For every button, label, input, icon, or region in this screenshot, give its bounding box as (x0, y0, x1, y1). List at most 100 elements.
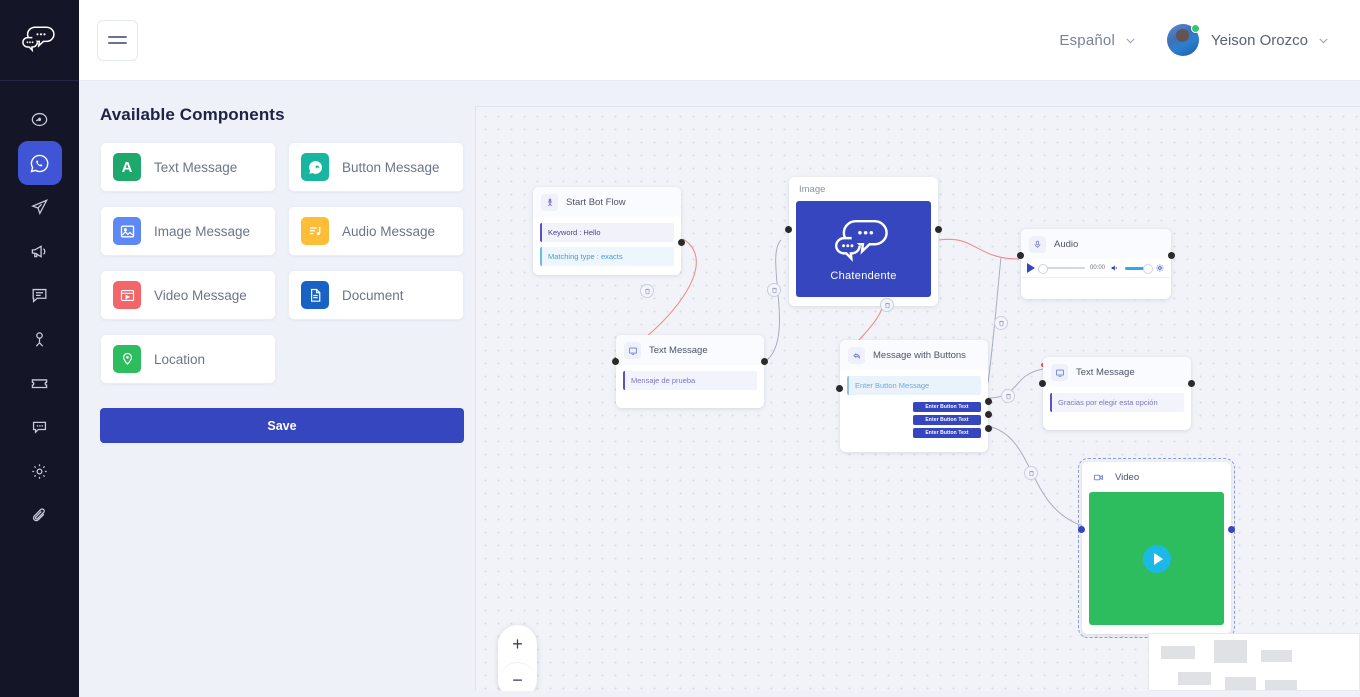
component-location[interactable]: Location (100, 334, 276, 384)
node-input-handle[interactable] (1078, 526, 1085, 533)
minimap-node (1261, 650, 1292, 662)
zoom-controls: + − (498, 625, 537, 691)
flow-button[interactable]: Enter Button Text (913, 415, 981, 425)
keyword-field[interactable]: Keyword : Hello (540, 223, 674, 242)
node-title: Video (1115, 472, 1140, 483)
node-body: Mensaje de prueba (616, 365, 764, 408)
volume-icon[interactable] (1110, 263, 1120, 273)
hamburger-icon (108, 36, 127, 38)
node-output-handle[interactable] (678, 239, 685, 246)
node-output-handle[interactable] (985, 411, 992, 418)
image-message-icon (113, 217, 141, 245)
play-icon[interactable] (1027, 263, 1035, 273)
node-output-handle[interactable] (985, 425, 992, 432)
message-field[interactable]: Mensaje de prueba (623, 371, 757, 390)
status-badge (1190, 24, 1200, 33)
gear-icon (32, 463, 47, 479)
node-title: Audio (1054, 239, 1079, 250)
component-document[interactable]: Document (288, 270, 464, 320)
chat-bubbles-logo (21, 26, 55, 53)
sidebar-item-messages[interactable] (18, 405, 62, 449)
avatar (1166, 24, 1200, 56)
node-audio[interactable]: Audio 00:00 (1017, 229, 1175, 299)
menu-toggle-button[interactable] (97, 19, 138, 61)
video-node-icon (1090, 469, 1107, 486)
node-output-handle[interactable] (1228, 526, 1235, 533)
components-panel: Available Components A Text Message Butt… (79, 81, 475, 697)
sidebar-item-settings[interactable] (18, 449, 62, 493)
message-field[interactable]: Gracias por elegir esta opción (1050, 393, 1184, 412)
matching-type-field[interactable]: Matching type : exacts (540, 247, 674, 266)
node-output-handle[interactable] (1168, 252, 1175, 259)
component-list: A Text Message Button Message Image Mess… (100, 142, 464, 384)
edge-delete-button[interactable] (1024, 466, 1038, 480)
minimap[interactable] (1148, 633, 1360, 691)
volume-slider[interactable] (1124, 263, 1154, 274)
node-text-message-2[interactable]: Text Message Gracias por elegir esta opc… (1039, 357, 1195, 430)
trash-icon (1005, 393, 1011, 399)
flow-button[interactable]: Enter Button Text (913, 428, 981, 438)
location-icon (113, 345, 141, 373)
node-output-handle[interactable] (935, 226, 942, 233)
component-audio-message[interactable]: Audio Message (288, 206, 464, 256)
node-start-bot-flow[interactable]: Start Bot Flow Keyword : Hello Matching … (533, 187, 685, 275)
node-input-handle[interactable] (836, 385, 843, 392)
user-icon (35, 331, 44, 347)
edge-delete-button[interactable] (880, 298, 894, 312)
edge-delete-button[interactable] (1001, 389, 1015, 403)
button-message-icon (301, 153, 329, 181)
sidebar-item-send[interactable] (18, 185, 62, 229)
zoom-in-button[interactable]: + (500, 627, 535, 662)
flow-canvas[interactable]: Start Bot Flow Keyword : Hello Matching … (475, 106, 1360, 691)
play-icon[interactable] (1142, 544, 1171, 573)
sidebar-item-chats[interactable] (18, 273, 62, 317)
language-selector[interactable]: Español (1059, 32, 1137, 49)
node-body: Enter Button Message Enter Button Text E… (840, 370, 988, 452)
component-text-message[interactable]: A Text Message (100, 142, 276, 192)
node-header: Audio (1021, 229, 1171, 259)
node-body (1021, 277, 1171, 299)
image-caption: Chatendente (830, 270, 897, 282)
video-preview[interactable] (1089, 492, 1224, 625)
trash-icon (998, 320, 1004, 326)
node-image[interactable]: Image Chatendente (785, 177, 942, 306)
app-logo[interactable] (0, 0, 79, 81)
zoom-out-button[interactable]: − (500, 662, 535, 691)
node-video[interactable]: Video (1078, 458, 1235, 638)
node-output-handle[interactable] (761, 358, 768, 365)
user-menu[interactable]: Yeison Orozco (1137, 24, 1330, 56)
sidebar-item-whatsapp[interactable] (17, 141, 62, 185)
node-message-with-buttons[interactable]: Message with Buttons Enter Button Messag… (836, 340, 992, 452)
button-message-field[interactable]: Enter Button Message (847, 376, 981, 395)
header-actions: Español Yeison Orozco (1059, 24, 1330, 56)
minimap-node (1225, 677, 1256, 690)
whatsapp-icon (30, 154, 49, 172)
node-text-message-1[interactable]: Text Message Mensaje de prueba (612, 335, 768, 408)
save-button[interactable]: Save (100, 408, 464, 443)
sidebar-item-tickets[interactable] (18, 361, 62, 405)
node-header: Video (1082, 462, 1231, 492)
component-image-message[interactable]: Image Message (100, 206, 276, 256)
gear-icon[interactable] (1155, 263, 1165, 273)
component-button-message[interactable]: Button Message (288, 142, 464, 192)
node-output-handle[interactable] (985, 398, 992, 405)
edge-delete-button[interactable] (994, 316, 1008, 330)
node-output-handle[interactable] (1188, 380, 1195, 387)
component-video-message[interactable]: Video Message (100, 270, 276, 320)
sidebar-item-attachments[interactable] (18, 493, 62, 537)
node-input-handle[interactable] (1017, 252, 1024, 259)
sidebar-item-dashboard[interactable] (18, 97, 62, 141)
chevron-down-icon (1319, 37, 1328, 43)
text-node-icon (1051, 364, 1068, 381)
flow-button[interactable]: Enter Button Text (913, 402, 981, 412)
edge-delete-button[interactable] (767, 283, 781, 297)
audio-progress-slider[interactable] (1038, 264, 1085, 274)
node-input-handle[interactable] (1039, 380, 1046, 387)
node-input-handle[interactable] (785, 226, 792, 233)
edge-delete-button[interactable] (640, 284, 654, 298)
node-input-handle[interactable] (612, 358, 619, 365)
trash-icon (771, 287, 777, 293)
trash-icon (884, 302, 890, 308)
sidebar-item-announcements[interactable] (18, 229, 62, 273)
sidebar-item-contacts[interactable] (18, 317, 62, 361)
